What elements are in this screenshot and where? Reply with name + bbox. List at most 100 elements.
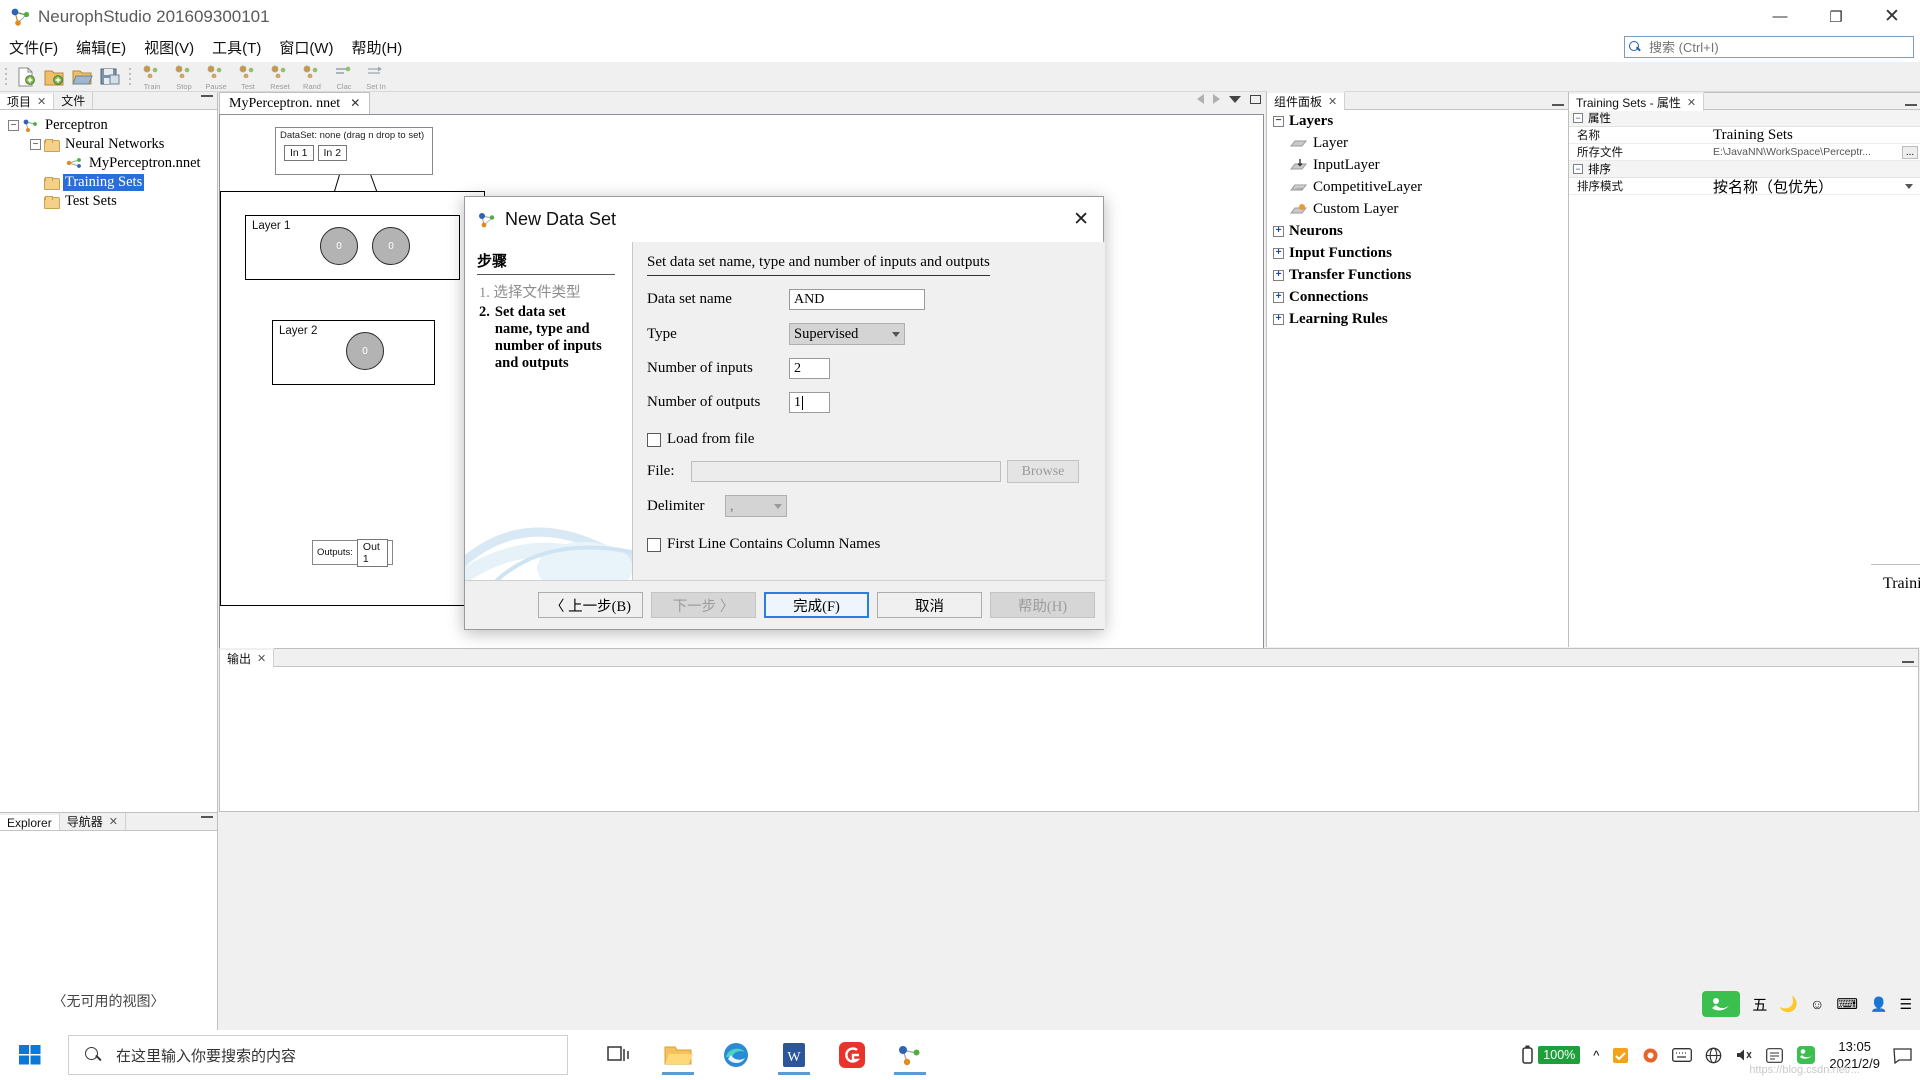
output-chip-1[interactable]: Out 1 — [357, 539, 388, 567]
property-row-name[interactable]: 名称 Training Sets — [1569, 127, 1920, 144]
sogou-icon[interactable] — [1702, 991, 1740, 1017]
neuron-layer2-1[interactable]: 0 — [346, 332, 384, 370]
dataset-box[interactable]: DataSet: none (drag n drop to set) In 1 … — [275, 127, 433, 175]
expander-icon[interactable]: + — [1273, 292, 1284, 303]
palette-group-transfer-functions[interactable]: + Transfer Functions — [1267, 264, 1568, 286]
menu-file[interactable]: 文件(F) — [0, 35, 67, 60]
open-project-icon[interactable] — [70, 65, 94, 89]
word-icon[interactable]: W — [774, 1035, 814, 1075]
save-all-icon[interactable] — [98, 65, 122, 89]
close-icon[interactable]: ✕ — [350, 96, 360, 111]
expander-icon[interactable]: − — [30, 139, 41, 150]
toolbar-grip-2[interactable] — [127, 67, 133, 87]
tree-item-training-sets[interactable]: Training Sets — [8, 173, 217, 192]
palette-group-learning-rules[interactable]: + Learning Rules — [1267, 308, 1568, 330]
minimize-button[interactable]: — — [1752, 0, 1808, 33]
toolbar-rand-button[interactable]: Rand — [299, 64, 325, 90]
moon-icon[interactable]: 🌙 — [1779, 995, 1798, 1013]
palette-group-neurons[interactable]: + Neurons — [1267, 220, 1568, 242]
maximize-editor-icon[interactable] — [1250, 95, 1261, 104]
properties-group-attributes[interactable]: − 属性 — [1569, 110, 1920, 127]
tree-item-myperceptron[interactable]: MyPerceptron.nnet — [8, 154, 217, 173]
user-icon[interactable]: 👤 — [1870, 996, 1887, 1013]
palette-group-connections[interactable]: + Connections — [1267, 286, 1568, 308]
search-input[interactable] — [1647, 39, 1897, 56]
menu-edit[interactable]: 编辑(E) — [67, 35, 135, 60]
menu-tools[interactable]: 工具(T) — [203, 35, 270, 60]
delimiter-select[interactable]: , — [725, 495, 787, 517]
tree-item-neural-networks[interactable]: − Neural Networks — [8, 135, 217, 154]
tab-navigator[interactable]: 导航器 ✕ — [60, 813, 126, 830]
input-chip-1[interactable]: In 1 — [284, 145, 314, 161]
minimize-panel-icon[interactable] — [1902, 661, 1914, 663]
close-icon[interactable]: ✕ — [257, 652, 266, 665]
close-icon[interactable]: ✕ — [1687, 96, 1696, 109]
palette-item-customlayer[interactable]: Custom Layer — [1267, 198, 1568, 220]
editor-tab-myperceptron[interactable]: MyPerceptron. nnet ✕ — [219, 92, 370, 114]
number-of-outputs-input[interactable]: 1 — [789, 392, 830, 413]
close-icon[interactable]: ✕ — [109, 815, 118, 828]
property-row-file[interactable]: 所存文件 E:\JavaNN\WorkSpace\Perceptr... ... — [1569, 144, 1920, 161]
sogou-tray-icon[interactable] — [1796, 1045, 1816, 1065]
minimize-panel-icon[interactable] — [201, 816, 213, 818]
tab-files[interactable]: 文件 — [54, 92, 93, 109]
close-icon[interactable]: ✕ — [1328, 95, 1337, 108]
network-icon[interactable] — [1705, 1047, 1722, 1064]
close-icon[interactable]: ✕ — [37, 95, 46, 108]
tab-explorer[interactable]: Explorer — [0, 813, 60, 830]
emoji-icon[interactable]: ☺ — [1810, 996, 1824, 1012]
help-button[interactable]: 帮助(H) — [990, 592, 1095, 618]
expander-icon[interactable]: + — [1273, 270, 1284, 281]
number-of-inputs-input[interactable]: 2 — [789, 358, 830, 379]
keyboard-icon[interactable] — [1672, 1048, 1692, 1062]
outputs-box[interactable]: Outputs: Out 1 — [312, 540, 393, 565]
type-select[interactable]: Supervised — [789, 323, 905, 345]
palette-group-layers[interactable]: − Layers — [1267, 110, 1568, 132]
tab-output[interactable]: 输出 ✕ — [220, 648, 274, 667]
expander-icon[interactable]: + — [1273, 226, 1284, 237]
chevron-up-icon[interactable]: ^ — [1593, 1048, 1599, 1063]
load-from-file-row[interactable]: Load from file — [647, 431, 1091, 448]
next-button[interactable]: 下一步 〉 — [651, 592, 756, 618]
toolbar-grip[interactable] — [3, 67, 9, 87]
toolbar-train-button[interactable]: Train — [139, 64, 165, 90]
palette-item-inputlayer[interactable]: InputLayer — [1267, 154, 1568, 176]
notifications-icon[interactable] — [1893, 1047, 1912, 1064]
palette-item-layer[interactable]: Layer — [1267, 132, 1568, 154]
scroll-left-icon[interactable] — [1197, 94, 1204, 104]
expander-icon[interactable]: − — [1273, 116, 1284, 127]
property-row-sort-mode[interactable]: 排序模式 按名称（包优先） — [1569, 178, 1920, 195]
file-explorer-icon[interactable] — [658, 1035, 698, 1075]
finish-button[interactable]: 完成(F) — [764, 592, 869, 618]
browse-button[interactable]: Browse — [1007, 460, 1079, 483]
menu-icon[interactable]: ☰ — [1899, 996, 1912, 1013]
start-button[interactable] — [6, 1036, 54, 1074]
menu-view[interactable]: 视图(V) — [135, 35, 203, 60]
toolbar-test-button[interactable]: Test — [235, 64, 261, 90]
minimize-panel-icon[interactable] — [201, 95, 213, 97]
battery-indicator[interactable]: 100% — [1518, 1044, 1580, 1066]
neuron-layer1-2[interactable]: 0 — [372, 227, 410, 265]
volume-icon[interactable] — [1735, 1047, 1753, 1063]
tab-properties[interactable]: Training Sets - 属性 ✕ — [1569, 92, 1704, 111]
toolbar-reset-button[interactable]: Reset — [267, 64, 293, 90]
tab-palette[interactable]: 组件面板 ✕ — [1267, 91, 1345, 110]
expander-icon[interactable]: − — [1573, 113, 1583, 123]
plugin-icon[interactable] — [1642, 1047, 1659, 1064]
tree-item-perceptron[interactable]: − Perceptron — [8, 116, 217, 135]
ime-mode-label[interactable]: 五 — [1752, 994, 1767, 1015]
minimize-panel-icon[interactable] — [1905, 104, 1917, 106]
browse-ellipsis-button[interactable]: ... — [1902, 146, 1918, 159]
menu-help[interactable]: 帮助(H) — [342, 35, 411, 60]
menu-window[interactable]: 窗口(W) — [270, 35, 342, 60]
global-search[interactable] — [1624, 36, 1914, 58]
palette-group-input-functions[interactable]: + Input Functions — [1267, 242, 1568, 264]
palette-item-competitivelayer[interactable]: Comp CompetitiveLayer — [1267, 176, 1568, 198]
file-path-input[interactable] — [691, 461, 1001, 482]
taskbar-search[interactable]: 在这里输入你要搜索的内容 — [68, 1035, 568, 1075]
dataset-name-input[interactable]: AND — [789, 289, 925, 310]
first-line-row[interactable]: First Line Contains Column Names — [647, 536, 1091, 553]
new-data-set-dialog[interactable]: New Data Set ✕ 步骤 1. 选择文件类型 2. Set data … — [464, 196, 1104, 630]
back-button[interactable]: 〈 上一步(B) — [538, 592, 643, 618]
minimize-panel-icon[interactable] — [1552, 104, 1564, 106]
